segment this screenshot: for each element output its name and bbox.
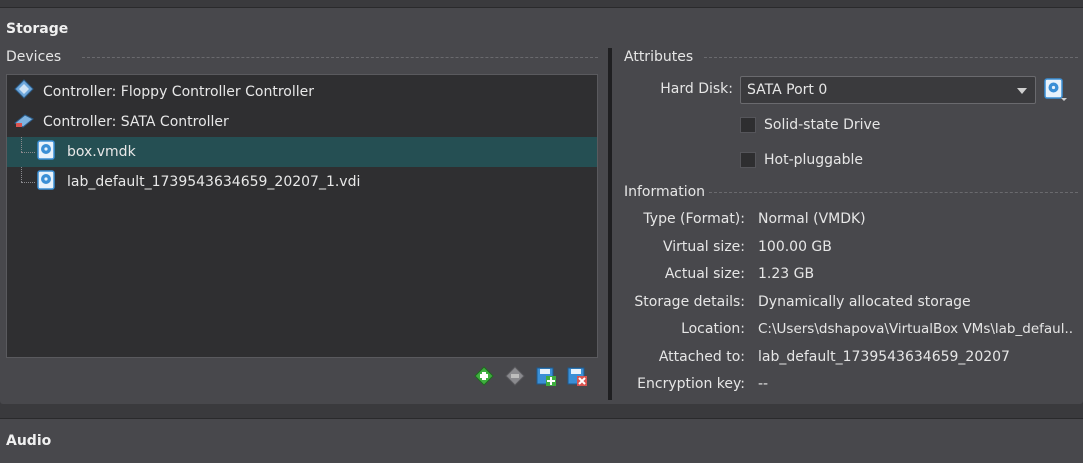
tree-item-lab-default-vdi[interactable]: lab_default_1739543634659_20207_1.vdi <box>7 167 597 197</box>
information-divider <box>709 192 1078 193</box>
info-value: 1.23 GB <box>758 266 815 282</box>
devices-label: Devices <box>6 49 62 65</box>
solid-state-checkbox[interactable] <box>740 117 756 133</box>
info-label: Virtual size: <box>662 239 745 255</box>
information-label: Information <box>624 184 706 200</box>
hard-disk-label: Hard Disk: <box>660 81 733 97</box>
floppy-controller-icon <box>13 79 37 105</box>
hard-disk-icon <box>37 170 59 194</box>
info-label: Type (Format): <box>643 211 745 227</box>
info-value: C:\Users\dshapova\VirtualBox VMs\lab_def… <box>758 321 1074 337</box>
hot-pluggable-checkbox[interactable] <box>740 152 756 168</box>
info-value: lab_default_1739543634659_20207 <box>758 349 1010 365</box>
info-value: Dynamically allocated storage <box>758 294 971 310</box>
add-controller-icon[interactable] <box>473 365 495 387</box>
attributes-divider <box>704 57 1078 58</box>
tree-item-sata-controller[interactable]: Controller: SATA Controller <box>7 107 597 137</box>
tree-item-label: Controller: Floppy Controller Controller <box>43 84 314 100</box>
chevron-down-icon <box>1017 88 1027 94</box>
sata-controller-icon <box>13 109 37 135</box>
audio-title: Audio <box>6 433 52 449</box>
info-label: Attached to: <box>658 349 745 365</box>
choose-disk-icon[interactable] <box>1043 77 1069 103</box>
info-label: Storage details: <box>634 294 745 310</box>
info-label: Location: <box>681 321 745 337</box>
storage-section: Storage Devices Controller: Floppy Contr… <box>0 7 1083 404</box>
solid-state-label[interactable]: Solid-state Drive <box>764 117 880 133</box>
info-label: Actual size: <box>664 266 745 282</box>
tree-item-floppy-controller[interactable]: Controller: Floppy Controller Controller <box>7 77 597 107</box>
info-label: Encryption key: <box>637 376 745 392</box>
info-value: -- <box>758 376 769 392</box>
hard-disk-icon <box>37 140 59 164</box>
tree-item-label: Controller: SATA Controller <box>43 114 229 130</box>
hot-pluggable-label[interactable]: Hot-pluggable <box>764 152 863 168</box>
tree-branch-line <box>21 167 23 182</box>
attributes-label: Attributes <box>624 49 694 65</box>
info-value: 100.00 GB <box>758 239 832 255</box>
tree-item-label: lab_default_1739543634659_20207_1.vdi <box>67 174 361 190</box>
storage-title: Storage <box>6 21 69 37</box>
devices-divider <box>82 57 598 58</box>
hard-disk-select[interactable]: SATA Port 0 <box>740 76 1036 104</box>
audio-section: Audio <box>0 418 1083 463</box>
tree-branch-line <box>21 182 35 183</box>
hard-disk-select-value: SATA Port 0 <box>747 82 828 98</box>
tree-item-box-vmdk[interactable]: box.vmdk <box>7 137 597 167</box>
tree-branch-line <box>21 137 23 152</box>
tree-item-label: box.vmdk <box>67 144 136 160</box>
info-value: Normal (VMDK) <box>758 211 866 227</box>
tree-branch-line <box>21 152 35 153</box>
